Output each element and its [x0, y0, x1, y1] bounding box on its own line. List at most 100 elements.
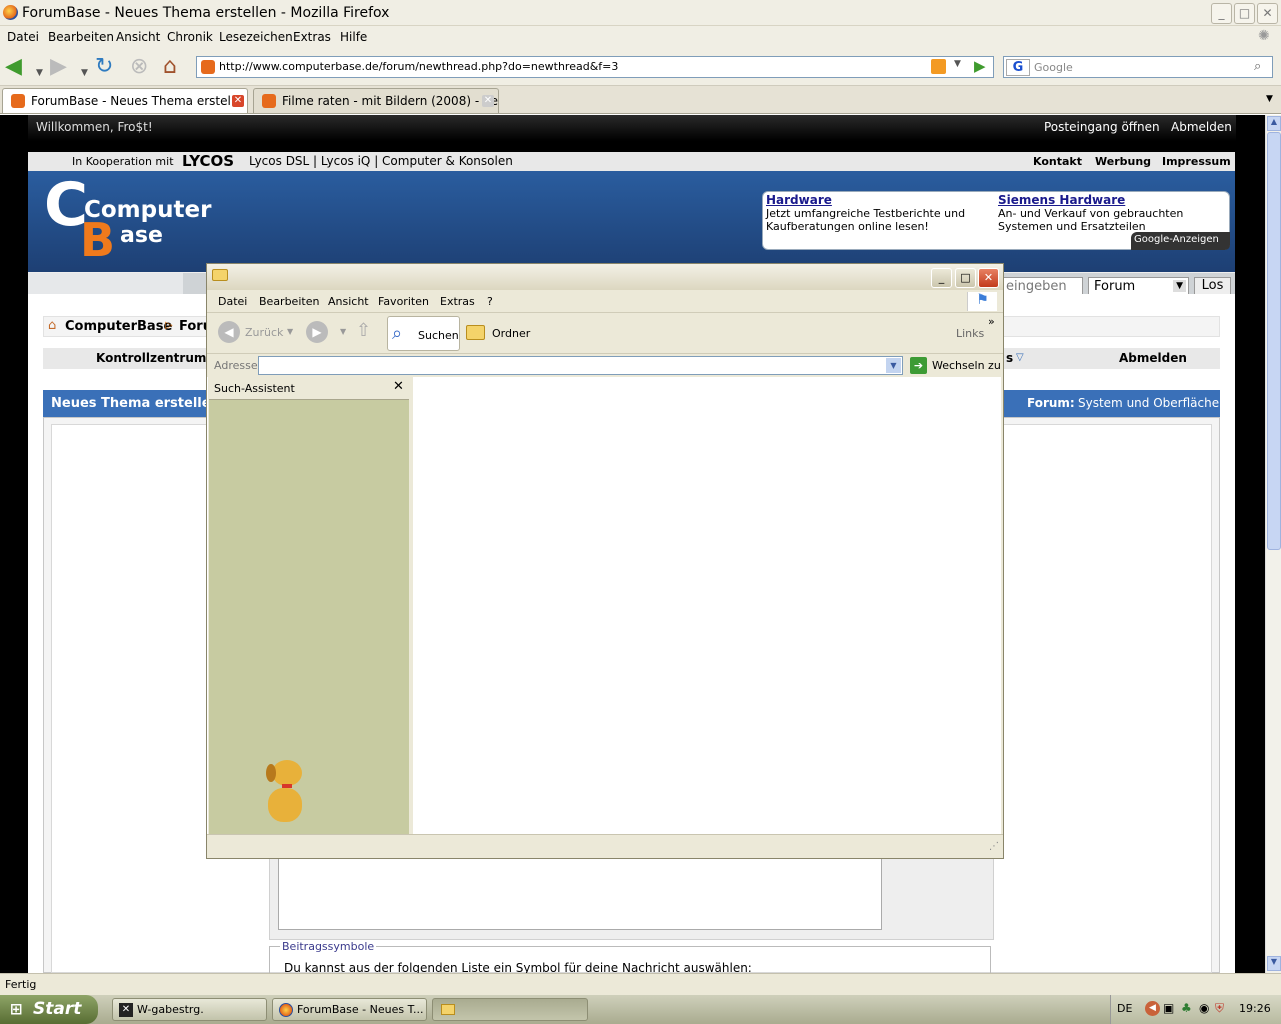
ex-menu-bearbeiten[interactable]: Bearbeiten	[259, 295, 319, 308]
search-results-pane[interactable]	[413, 377, 1001, 834]
url-bar[interactable]: http://www.computerbase.de/forum/newthre…	[196, 56, 994, 78]
scroll-down-icon[interactable]: ▼	[1267, 956, 1281, 971]
breadcrumb-home[interactable]: ComputerBase	[65, 319, 172, 334]
ex-chevron-icon[interactable]: »	[988, 315, 995, 328]
tab-close-icon[interactable]: ✕	[482, 95, 494, 107]
ad-title[interactable]: Siemens Hardware	[998, 193, 1125, 207]
ex-forward-dropdown-icon[interactable]: ▼	[340, 327, 346, 336]
ex-go-icon[interactable]: ➔	[910, 357, 927, 374]
ex-folders-icon[interactable]	[466, 325, 485, 340]
coop-prefix: In Kooperation mit	[72, 155, 174, 168]
stop-icon[interactable]: ⊗	[130, 55, 148, 79]
resize-grip-icon[interactable]: ⋰	[989, 841, 999, 852]
firefox-icon	[3, 5, 18, 20]
lycos-links[interactable]: Lycos DSL | Lycos iQ | Computer & Konsol…	[249, 154, 513, 168]
nav-fragment[interactable]: s	[1006, 351, 1013, 365]
forward-dropdown-icon[interactable]: ▼	[81, 61, 88, 85]
menu-chronik[interactable]: Chronik	[167, 30, 213, 44]
back-icon[interactable]: ◀	[5, 55, 22, 79]
google-ads-label[interactable]: Google-Anzeigen	[1131, 232, 1230, 250]
nav-kontrollzentrum[interactable]: Kontrollzentrum	[96, 351, 206, 365]
task-gabestrg[interactable]: ✕ W-gabestrg.	[112, 998, 267, 1021]
ex-links-label[interactable]: Links	[956, 327, 984, 340]
search-icon[interactable]: ⌕	[1254, 59, 1261, 74]
scroll-up-icon[interactable]: ▲	[1267, 116, 1281, 131]
ex-menu-extras[interactable]: Extras	[440, 295, 475, 308]
explorer-close-button[interactable]: ✕	[978, 268, 999, 288]
menu-extras[interactable]: Extras	[293, 30, 331, 44]
ex-menu-help[interactable]: ?	[487, 295, 493, 308]
link-werbung[interactable]: Werbung	[1095, 155, 1151, 168]
home-icon[interactable]: ⌂	[163, 55, 177, 79]
tab-forumbase[interactable]: ForumBase - Neues Thema erstel... ✕	[2, 88, 248, 113]
inbox-link[interactable]: Posteingang öffnen	[1044, 120, 1160, 134]
close-button[interactable]: ✕	[1257, 3, 1278, 24]
scroll-thumb[interactable]	[1267, 132, 1281, 550]
ex-folders-label[interactable]: Ordner	[492, 327, 530, 340]
ex-menu-ansicht[interactable]: Ansicht	[328, 295, 369, 308]
lycos-logo[interactable]: LYCOS	[182, 152, 234, 170]
language-indicator[interactable]: DE	[1117, 1002, 1132, 1015]
browser-status-bar: Fertig	[0, 973, 1281, 995]
link-kontakt[interactable]: Kontakt	[1033, 155, 1082, 168]
search-box[interactable]: G Google ⌕	[1003, 56, 1273, 78]
ex-back-dropdown-icon[interactable]: ▼	[287, 327, 293, 336]
window-title: ForumBase - Neues Thema erstellen - Mozi…	[22, 5, 390, 21]
tray-network-icon[interactable]: ♣	[1181, 1001, 1192, 1015]
go-icon[interactable]: ▶	[974, 57, 986, 75]
ex-menu-datei[interactable]: Datei	[218, 295, 247, 308]
reload-icon[interactable]: ↻	[95, 55, 113, 79]
menu-lesezeichen[interactable]: Lesezeichen	[219, 30, 293, 44]
minimize-button[interactable]: _	[1211, 3, 1232, 24]
ex-forward-icon[interactable]: ▶	[306, 321, 328, 343]
message-textarea[interactable]	[278, 858, 882, 930]
start-button[interactable]: ⊞ Start	[0, 995, 98, 1024]
ex-search-button[interactable]: ⌕ Suchen	[387, 316, 460, 351]
ex-back-label[interactable]: Zurück	[245, 326, 283, 339]
ex-menu-favoriten[interactable]: Favoriten	[378, 295, 429, 308]
logout-link[interactable]: Abmelden	[1171, 120, 1232, 134]
tray-shield-icon[interactable]: ⛨	[1215, 1001, 1224, 1016]
explorer-minimize-button[interactable]: _	[931, 268, 952, 288]
tray-volume-icon[interactable]: ◉	[1199, 1001, 1209, 1015]
ex-up-folder-icon[interactable]: ⇧	[356, 320, 371, 341]
nav-dropdown-icon[interactable]: ▽	[1016, 352, 1024, 363]
ex-address-dropdown-icon[interactable]: ▼	[886, 358, 901, 373]
menu-bearbeiten[interactable]: Bearbeiten	[48, 30, 114, 44]
tray-monitor-icon[interactable]: ▣	[1163, 1001, 1174, 1015]
task-explorer[interactable]	[432, 998, 588, 1021]
menu-datei[interactable]: Datei	[7, 30, 39, 44]
tab-filme-raten[interactable]: Filme raten - mit Bildern (2008) - Seite…	[253, 88, 499, 113]
nav-abmelden[interactable]: Abmelden	[1119, 351, 1187, 365]
page-scrollbar[interactable]: ▲ ▼	[1265, 115, 1281, 973]
explorer-maximize-button[interactable]: □	[955, 268, 976, 288]
tab-list-icon[interactable]: ▼	[1266, 94, 1273, 104]
ex-go-label[interactable]: Wechseln zu	[932, 359, 1001, 372]
ex-back-icon[interactable]: ◀	[218, 321, 240, 343]
ad-hardware[interactable]: Hardware Jetzt umfangreiche Testberichte…	[766, 193, 986, 234]
task-forumbase[interactable]: ForumBase - Neues T...	[272, 998, 427, 1021]
ex-address-input[interactable]: ▼	[258, 356, 903, 375]
dog-body	[268, 788, 302, 822]
url-history-icon[interactable]: ▼	[954, 59, 961, 69]
computerbase-logo[interactable]: C Computer B ase	[44, 175, 211, 265]
maximize-button[interactable]: □	[1234, 3, 1255, 24]
back-dropdown-icon[interactable]: ▼	[36, 61, 43, 85]
tab-favicon	[262, 94, 276, 108]
rss-icon[interactable]	[931, 59, 946, 74]
forward-icon[interactable]: ▶	[50, 55, 67, 79]
tab-close-icon[interactable]: ✕	[232, 95, 244, 107]
ad-siemens[interactable]: Siemens Hardware An- und Verkauf von geb…	[998, 193, 1223, 234]
forum-name[interactable]: System und Oberfläche	[1078, 396, 1219, 410]
tray-arrow-icon[interactable]: ◀	[1145, 1001, 1160, 1016]
menu-ansicht[interactable]: Ansicht	[116, 30, 160, 44]
link-impressum[interactable]: Impressum	[1162, 155, 1231, 168]
search-assistant-title: Such-Assistent	[214, 382, 295, 395]
google-engine-icon[interactable]: G	[1006, 59, 1030, 76]
ad-title[interactable]: Hardware	[766, 193, 832, 207]
pane-close-icon[interactable]: ✕	[393, 379, 404, 394]
explorer-title-bar[interactable]	[207, 264, 1003, 290]
menu-hilfe[interactable]: Hilfe	[340, 30, 367, 44]
task-folder-icon	[441, 1004, 455, 1015]
search-dog-icon[interactable]	[260, 758, 316, 828]
